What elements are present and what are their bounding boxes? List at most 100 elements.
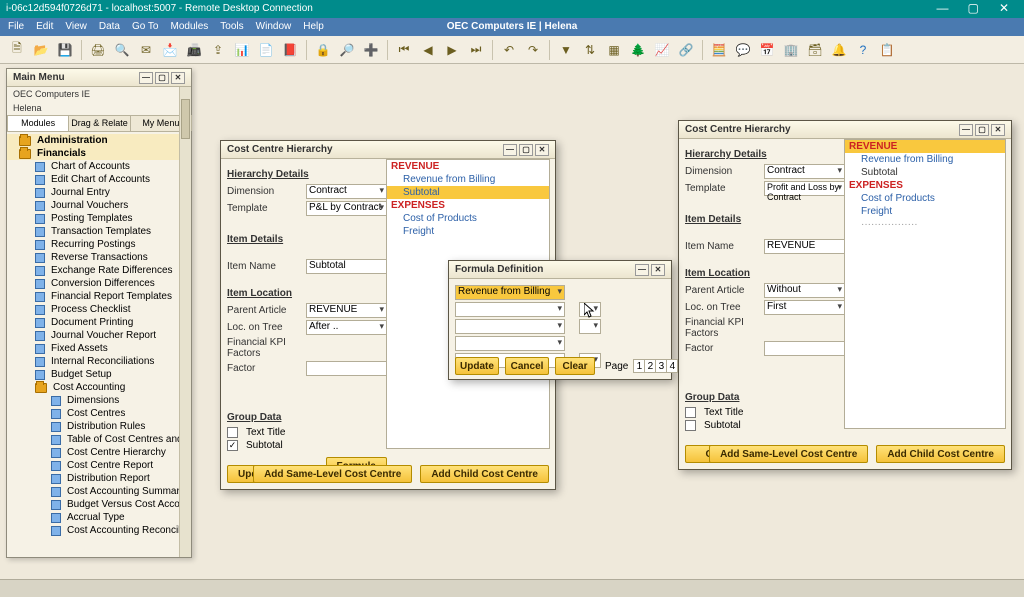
text-title-checkbox[interactable] [685, 407, 696, 418]
text-title-checkbox[interactable] [227, 427, 238, 438]
menu-edit[interactable]: Edit [36, 18, 53, 36]
win-min-icon[interactable]: — [635, 264, 649, 276]
tree-item[interactable]: Internal Reconciliations [7, 355, 191, 368]
tree-freight[interactable]: Freight [387, 225, 549, 238]
tab-drag-relate[interactable]: Drag & Relate [68, 115, 130, 131]
tb-pdf-icon[interactable]: 📕 [279, 39, 301, 61]
parent-select[interactable]: Without [764, 283, 845, 298]
tree-select[interactable]: After .. [306, 320, 387, 335]
tb-alert-icon[interactable]: 🔔 [828, 39, 850, 61]
tree-revenue-billing[interactable]: Revenue from Billing [845, 153, 1005, 166]
tb-preview-icon[interactable]: 🔍 [111, 39, 133, 61]
tb-first-icon[interactable]: ⏮ [393, 39, 415, 61]
tb-export-icon[interactable]: ⇪ [207, 39, 229, 61]
tree-revenue[interactable]: REVENUE [387, 160, 549, 173]
tree-item[interactable]: Exchange Rate Differences [7, 264, 191, 277]
add-child-button[interactable]: Add Child Cost Centre [876, 445, 1005, 463]
fd-operand-2[interactable] [455, 302, 565, 317]
tree-expenses[interactable]: EXPENSES [387, 199, 549, 212]
tb-context-icon[interactable]: 📋 [876, 39, 898, 61]
tb-save-icon[interactable]: 💾 [54, 39, 76, 61]
fd-operand-3[interactable] [455, 319, 565, 334]
win-min-icon[interactable]: — [503, 144, 517, 156]
tb-link-icon[interactable]: 🔗 [675, 39, 697, 61]
cch1-title[interactable]: Cost Centre Hierarchy — ▢ ✕ [221, 141, 555, 159]
tb-sort-icon[interactable]: ⇅ [579, 39, 601, 61]
menu-goto[interactable]: Go To [132, 18, 159, 36]
menu-help[interactable]: Help [303, 18, 324, 36]
tb-undo-icon[interactable]: ↶ [498, 39, 520, 61]
tree-item[interactable]: Conversion Differences [7, 277, 191, 290]
item-name-input[interactable]: REVENUE [764, 239, 845, 254]
add-same-level-button[interactable]: Add Same-Level Cost Centre [709, 445, 868, 463]
tree-item[interactable]: Cost Centre Report [7, 459, 191, 472]
tree-item[interactable]: Dimensions [7, 394, 191, 407]
menu-data[interactable]: Data [99, 18, 120, 36]
win-min-icon[interactable]: — [959, 124, 973, 136]
tree-item[interactable]: Process Checklist [7, 303, 191, 316]
tree-administration[interactable]: Administration [7, 134, 191, 147]
win-close-icon[interactable]: ✕ [991, 124, 1005, 136]
fd-update-button[interactable]: Update [455, 357, 499, 375]
tb-redo-icon[interactable]: ↷ [522, 39, 544, 61]
tree-item[interactable]: Budget Setup [7, 368, 191, 381]
fd-operand-1[interactable]: Revenue from Billing [455, 285, 565, 300]
fd-cancel-button[interactable]: Cancel [505, 357, 549, 375]
tree-item[interactable]: Document Printing [7, 316, 191, 329]
panel-min-icon[interactable]: — [139, 72, 153, 84]
tree-subtotal[interactable]: Subtotal [387, 186, 549, 199]
tree-item[interactable]: Journal Vouchers [7, 199, 191, 212]
tree-item[interactable]: Chart of Accounts [7, 160, 191, 173]
tree-item[interactable]: Transaction Templates [7, 225, 191, 238]
parent-select[interactable]: REVENUE [306, 303, 387, 318]
menu-tools[interactable]: Tools [220, 18, 243, 36]
tree-item[interactable]: Accrual Type [7, 511, 191, 524]
tree-item[interactable]: Cost Accounting Reconciliation Report [7, 524, 191, 537]
subtotal-checkbox[interactable] [685, 420, 696, 431]
tb-chart-icon[interactable]: 📈 [651, 39, 673, 61]
menu-file[interactable]: File [8, 18, 24, 36]
tb-add-icon[interactable]: ➕ [360, 39, 382, 61]
tree-item[interactable]: Cost Accounting Summary Report [7, 485, 191, 498]
cch2-tree[interactable]: REVENUE Revenue from Billing Subtotal EX… [844, 139, 1006, 429]
tb-msg-icon[interactable]: 💬 [732, 39, 754, 61]
panel-close-icon[interactable]: ✕ [171, 72, 185, 84]
tb-mail-icon[interactable]: ✉ [135, 39, 157, 61]
tree-body[interactable]: Administration Financials Chart of Accou… [7, 132, 191, 562]
factor-input[interactable] [764, 341, 845, 356]
tree-item[interactable]: Cost Centres [7, 407, 191, 420]
tree-expenses[interactable]: EXPENSES [845, 179, 1005, 192]
tree-item[interactable]: Table of Cost Centres and Distribution R… [7, 433, 191, 446]
minimize-button[interactable]: — [928, 0, 956, 17]
dim-select[interactable]: Contract [306, 184, 387, 199]
tree-revenue[interactable]: REVENUE [845, 140, 1005, 153]
tree-item[interactable]: Edit Chart of Accounts [7, 173, 191, 186]
tmpl-select[interactable]: Profit and Loss by Contract [764, 181, 845, 196]
tree-cost-products[interactable]: Cost of Products [845, 192, 1005, 205]
factor-input[interactable] [306, 361, 387, 376]
dim-select[interactable]: Contract [764, 164, 845, 179]
tb-sms-icon[interactable]: 📩 [159, 39, 181, 61]
menu-view[interactable]: View [65, 18, 87, 36]
fd-clear-button[interactable]: Clear [555, 357, 595, 375]
fd-operator-2[interactable] [579, 319, 601, 334]
tree-item[interactable]: Fixed Assets [7, 342, 191, 355]
tree-cost-products[interactable]: Cost of Products [387, 212, 549, 225]
add-child-button[interactable]: Add Child Cost Centre [420, 465, 549, 483]
tb-prev-icon[interactable]: ◀ [417, 39, 439, 61]
win-close-icon[interactable]: ✕ [651, 264, 665, 276]
fd-operand-4[interactable] [455, 336, 565, 351]
tree-item[interactable]: Journal Voucher Report [7, 329, 191, 342]
tb-find-icon[interactable]: 🔎 [336, 39, 358, 61]
page-4[interactable]: 4 [666, 359, 678, 373]
tree-cost-accounting[interactable]: Cost Accounting [7, 381, 191, 394]
tb-calc-icon[interactable]: 🧮 [708, 39, 730, 61]
tree-subtotal[interactable]: Subtotal [845, 166, 1005, 179]
tb-new-icon[interactable]: 🗎 [6, 39, 28, 61]
tb-next-icon[interactable]: ▶ [441, 39, 463, 61]
tree-revenue-billing[interactable]: Revenue from Billing [387, 173, 549, 186]
tb-branch-icon[interactable]: 🏢 [780, 39, 802, 61]
tb-query-icon[interactable]: 🗃 [804, 39, 826, 61]
tree-item[interactable]: Posting Templates [7, 212, 191, 225]
tb-layout-icon[interactable]: ▦ [603, 39, 625, 61]
